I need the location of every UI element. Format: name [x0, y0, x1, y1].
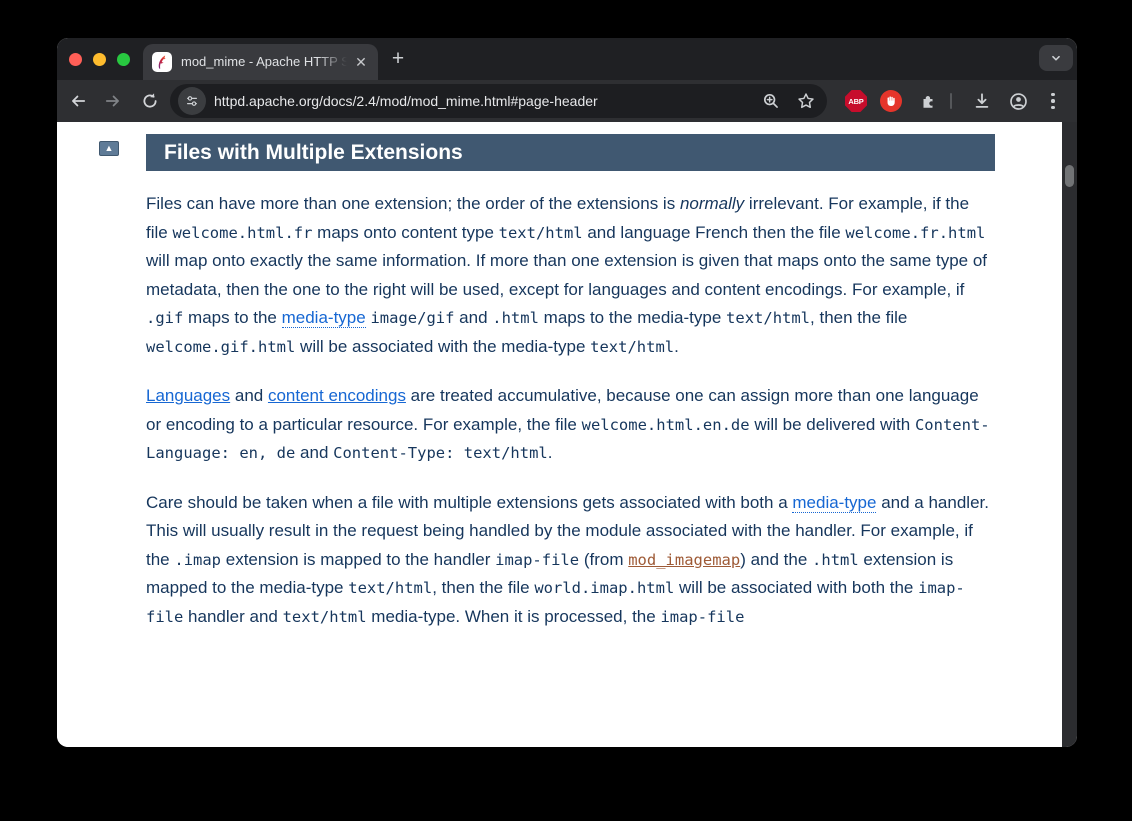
traffic-light-zoom[interactable] [117, 53, 130, 66]
code-span: imap-file [660, 608, 744, 626]
code-span: welcome.fr.html [845, 224, 985, 242]
traffic-light-close[interactable] [69, 53, 82, 66]
text-segment: maps to the [183, 308, 281, 327]
apache-feather-icon [152, 52, 172, 72]
text-segment: , then the file [432, 578, 534, 597]
code-span: text/html [283, 608, 367, 626]
browser-toolbar: httpd.apache.org/docs/2.4/mod/mod_mime.h… [57, 80, 1077, 122]
paragraph: Languages and content encodings are trea… [146, 382, 995, 468]
back-arrow-icon [69, 92, 87, 110]
tab-search-button[interactable] [1039, 45, 1073, 71]
puzzle-icon [919, 92, 937, 110]
url-text[interactable]: httpd.apache.org/docs/2.4/mod/mod_mime.h… [214, 84, 598, 118]
text-segment: , then the file [810, 308, 907, 327]
up-arrow-icon: ▲ [105, 143, 114, 153]
code-span: imap-file [495, 551, 579, 569]
text-segment: will be associated with the media-type [295, 337, 590, 356]
scrollbar[interactable] [1062, 122, 1077, 747]
kebab-icon [1051, 93, 1055, 97]
zoom-button[interactable] [759, 89, 783, 113]
text-segment: . [548, 443, 553, 462]
forward-arrow-icon [104, 92, 122, 110]
zoom-magnifier-icon [762, 92, 780, 110]
module-link[interactable]: mod_imagemap [628, 551, 740, 569]
glossary-link[interactable]: media-type [282, 308, 366, 328]
text-segment: and language French then the file [583, 223, 846, 242]
text-segment: handler and [183, 607, 282, 626]
tab-strip: mod_mime - Apache HTTP Se ✕ + [57, 38, 1077, 80]
text-segment: Care should be taken when a file with mu… [146, 493, 792, 512]
text-segment: maps onto content type [312, 223, 498, 242]
adblock-extension-icon[interactable] [880, 90, 902, 112]
text-segment: media-type. When it is processed, the [367, 607, 661, 626]
profile-icon [1009, 92, 1028, 111]
scroll-to-top-link[interactable]: ▲ [99, 141, 119, 156]
code-span: .imap [174, 551, 221, 569]
text-segment: and [454, 308, 492, 327]
abp-extension-icon[interactable]: ABP [845, 90, 867, 112]
section-header: Files with Multiple Extensions [146, 134, 995, 171]
reload-button[interactable] [138, 89, 162, 113]
code-span: .gif [146, 309, 183, 327]
address-bar[interactable]: httpd.apache.org/docs/2.4/mod/mod_mime.h… [170, 84, 827, 118]
text-segment: will be associated with both the [674, 578, 918, 597]
text-segment: . [674, 337, 679, 356]
code-span: welcome.html.fr [172, 224, 312, 242]
traffic-light-minimize[interactable] [93, 53, 106, 66]
text-segment: maps to the media-type [539, 308, 726, 327]
code-span: .html [492, 309, 539, 327]
code-span: image/gif [370, 309, 454, 327]
tab-title: mod_mime - Apache HTTP Se [181, 44, 347, 80]
inline-link[interactable]: content encodings [268, 386, 406, 405]
page-content: ▲ Files with Multiple Extensions Files c… [57, 122, 1062, 747]
text-segment: will be delivered with [750, 415, 915, 434]
download-icon [973, 92, 991, 110]
emphasis-text: normally [680, 194, 744, 213]
reload-icon [141, 92, 159, 110]
back-button[interactable] [66, 89, 90, 113]
scrollbar-thumb[interactable] [1065, 165, 1074, 187]
forward-button[interactable] [101, 89, 125, 113]
code-span: Content-Type: text/html [333, 444, 548, 462]
browser-tab[interactable]: mod_mime - Apache HTTP Se ✕ [143, 44, 378, 80]
code-span: .html [812, 551, 859, 569]
text-segment: and [230, 386, 268, 405]
paragraph: Files can have more than one extension; … [146, 190, 995, 361]
text-segment: will map onto exactly the same informati… [146, 251, 987, 299]
downloads-button[interactable] [970, 89, 994, 113]
toolbar-divider [950, 93, 952, 109]
menu-button[interactable] [1041, 89, 1065, 113]
inline-link[interactable]: Languages [146, 386, 230, 405]
hand-icon [885, 95, 897, 107]
star-icon [797, 92, 815, 110]
text-segment: Files can have more than one extension; … [146, 194, 680, 213]
paragraph: Care should be taken when a file with mu… [146, 489, 995, 632]
code-span: text/html [499, 224, 583, 242]
tab-close-icon[interactable]: ✕ [352, 53, 370, 71]
chevron-down-icon [1049, 51, 1063, 65]
text-segment: ) and the [740, 550, 812, 569]
site-info-button[interactable] [178, 87, 206, 115]
code-span: world.imap.html [534, 579, 674, 597]
new-tab-button[interactable]: + [385, 46, 411, 72]
glossary-link[interactable]: media-type [792, 493, 876, 513]
code-span: welcome.html.en.de [582, 416, 750, 434]
text-segment: and [295, 443, 333, 462]
code-span: welcome.gif.html [146, 338, 295, 356]
code-span: text/html [590, 338, 674, 356]
bookmark-star-button[interactable] [794, 89, 818, 113]
tune-icon [185, 94, 199, 108]
code-span: text/html [348, 579, 432, 597]
document-body: Files with Multiple Extensions Files can… [146, 134, 995, 652]
extensions-button[interactable] [916, 89, 940, 113]
text-segment: (from [579, 550, 628, 569]
code-span: text/html [726, 309, 810, 327]
text-segment: extension is mapped to the handler [221, 550, 495, 569]
browser-window: mod_mime - Apache HTTP Se ✕ + [57, 38, 1077, 747]
profile-button[interactable] [1006, 89, 1030, 113]
